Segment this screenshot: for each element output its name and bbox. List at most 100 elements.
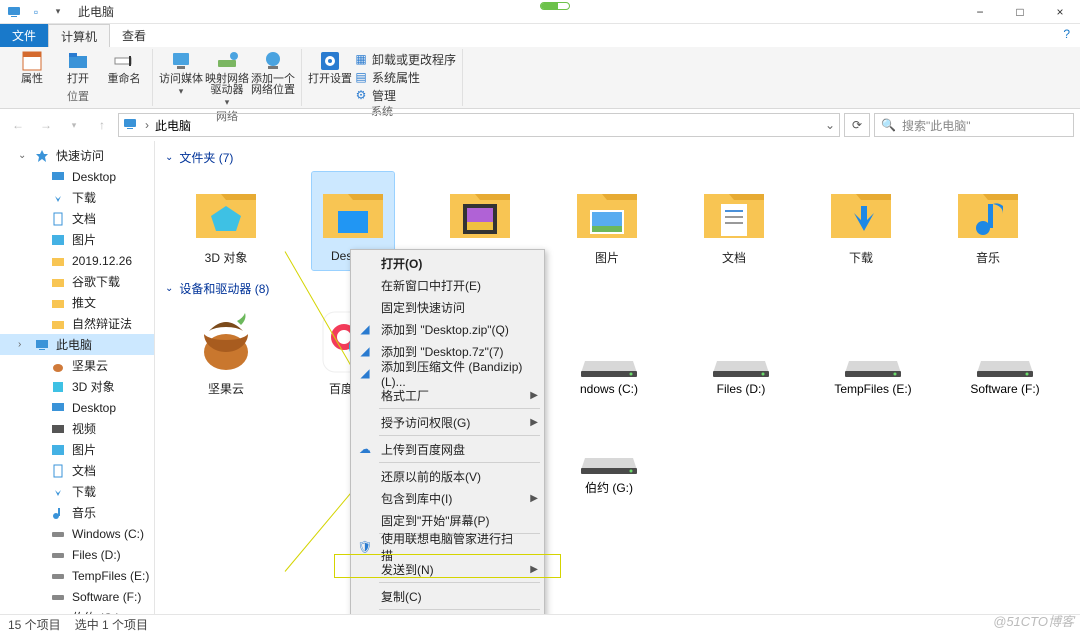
submenu-arrow-icon: ▶ (530, 564, 538, 575)
context-menu-label: 固定到"开始"屏幕(P) (381, 512, 490, 529)
desktop-icon (50, 169, 66, 185)
sidebar-item[interactable]: 音乐 (0, 502, 154, 523)
folder-item[interactable]: 3D 对象 (185, 172, 267, 270)
drive-item[interactable]: Files (D:) (697, 343, 785, 396)
ribbon-open[interactable]: 打开 (56, 49, 100, 85)
context-menu-item[interactable]: ◢添加到压缩文件 (Bandizip)(L)... (351, 362, 544, 384)
sidebar-item[interactable]: Desktop (0, 397, 154, 418)
search-input[interactable]: 🔍 搜索"此电脑" (874, 113, 1074, 137)
minimize-button[interactable]: − (960, 0, 1000, 24)
folder-icon (191, 176, 261, 246)
sidebar-item[interactable]: 图片 (0, 439, 154, 460)
drive-item[interactable]: 伯约 (G:) (565, 440, 653, 496)
sidebar-item[interactable]: 伯约 (G:) (0, 607, 154, 614)
ribbon-add-location[interactable]: 添加一个网络位置 (251, 49, 295, 96)
folder-item[interactable]: 图片 (566, 172, 648, 270)
sidebar-item[interactable]: 下载 (0, 481, 154, 502)
refresh-button[interactable]: ⟳ (844, 113, 870, 137)
context-menu-item[interactable]: 发送到(N)▶ (351, 558, 544, 580)
search-icon: 🔍 (881, 118, 896, 132)
context-menu-item[interactable]: 在新窗口中打开(E) (351, 274, 544, 296)
sidebar-item[interactable]: Software (F:) (0, 586, 154, 607)
ribbon-manage[interactable]: ⚙管理 (354, 87, 456, 103)
sidebar-item[interactable]: TempFiles (E:) (0, 565, 154, 586)
context-menu-label: 包含到库中(I) (381, 490, 452, 507)
drive-item[interactable]: TempFiles (E:) (829, 343, 917, 396)
context-menu-item[interactable]: 固定到"开始"屏幕(P) (351, 509, 544, 531)
breadcrumb-current[interactable]: 此电脑 (155, 117, 191, 134)
sidebar-item[interactable]: 视频 (0, 418, 154, 439)
help-icon[interactable]: ? (1053, 24, 1080, 47)
nav-recent[interactable]: ▾ (62, 113, 86, 137)
titlebar: ▫ ▾ 此电脑 − □ × (0, 0, 1080, 24)
sidebar-item[interactable]: Desktop (0, 166, 154, 187)
ribbon-uninstall[interactable]: ▦卸载或更改程序 (354, 51, 456, 67)
ribbon-rename[interactable]: 重命名 (102, 49, 146, 85)
nav-up[interactable]: ↑ (90, 113, 114, 137)
sidebar-item[interactable]: 谷歌下载 (0, 271, 154, 292)
sidebar-item-label: 音乐 (72, 504, 96, 521)
breadcrumb-chevron[interactable]: › (145, 118, 149, 132)
folder-item[interactable]: 音乐 (947, 172, 1029, 270)
sidebar-item[interactable]: 图片 (0, 229, 154, 250)
group-folders-header[interactable]: ⌄ 文件夹 (7) (165, 149, 1070, 166)
sidebar-item[interactable]: 3D 对象 (0, 376, 154, 397)
sidebar-item[interactable]: 文档 (0, 460, 154, 481)
context-menu-item[interactable]: 固定到快速访问 (351, 296, 544, 318)
sidebar-item[interactable]: 坚果云 (0, 355, 154, 376)
qat-item[interactable]: ▫ (26, 2, 46, 22)
address-bar[interactable]: › 此电脑 ⌄ (118, 113, 840, 137)
sidebar-item[interactable]: Windows (C:) (0, 523, 154, 544)
nut-icon (191, 307, 261, 377)
sidebar-item[interactable]: 下载 (0, 187, 154, 208)
context-menu-label: 还原以前的版本(V) (381, 468, 481, 485)
nav-back[interactable]: ← (6, 113, 30, 137)
sidebar-item[interactable]: Files (D:) (0, 544, 154, 565)
drive-icon (50, 589, 66, 605)
sidebar-item[interactable]: 文档 (0, 208, 154, 229)
context-menu-item[interactable]: 还原以前的版本(V) (351, 465, 544, 487)
drive-item[interactable]: ndows (C:) (565, 343, 653, 396)
folder-item[interactable]: 下载 (820, 172, 902, 270)
context-menu-item[interactable]: 格式工厂▶ (351, 384, 544, 406)
ribbon-access-media[interactable]: 访问媒体▾ (159, 49, 203, 97)
ribbon-sysprops[interactable]: ▤系统属性 (354, 69, 456, 85)
sidebar[interactable]: ⌄快速访问Desktop下载文档图片2019.12.26谷歌下载推文自然辩证法›… (0, 141, 155, 614)
address-dropdown[interactable]: ⌄ (825, 118, 835, 132)
folder-item[interactable]: 文档 (693, 172, 775, 270)
context-menu-item[interactable]: ☁上传到百度网盘 (351, 438, 544, 460)
folder-label: 文档 (722, 249, 746, 266)
app-item[interactable]: 坚果云 (185, 303, 267, 401)
sidebar-item[interactable]: 2019.12.26 (0, 250, 154, 271)
drive-label: Files (D:) (717, 382, 766, 396)
sidebar-item[interactable]: 推文 (0, 292, 154, 313)
content-pane[interactable]: ⌄ 文件夹 (7) 3D 对象Desktop视频图片文档下载音乐 ⌄ 设备和驱动… (155, 141, 1080, 614)
tab-computer[interactable]: 计算机 (48, 24, 110, 47)
doc-icon (50, 211, 66, 227)
context-menu-item[interactable]: 创建快捷方式(S) (351, 612, 544, 614)
sidebar-item[interactable]: ⌄快速访问 (0, 145, 154, 166)
drive-item[interactable]: Software (F:) (961, 343, 1049, 396)
context-menu-item[interactable]: ◢添加到 "Desktop.zip"(Q) (351, 318, 544, 340)
nav-forward[interactable]: → (34, 113, 58, 137)
sidebar-item-label: 自然辩证法 (72, 315, 132, 332)
ribbon-map-drive[interactable]: 映射网络驱动器▾ (205, 49, 249, 108)
folder-label: 图片 (595, 249, 619, 266)
maximize-button[interactable]: □ (1000, 0, 1040, 24)
context-menu-item[interactable]: 打开(O) (351, 252, 544, 274)
context-menu-item[interactable]: 复制(C) (351, 585, 544, 607)
context-menu-item[interactable]: 🛡使用联想电脑管家进行扫描 (351, 536, 544, 558)
pic-icon (50, 232, 66, 248)
context-menu-item[interactable]: 授予访问权限(G)▶ (351, 411, 544, 433)
sidebar-item[interactable]: 自然辩证法 (0, 313, 154, 334)
ribbon-properties[interactable]: 属性 (10, 49, 54, 85)
sidebar-item[interactable]: ›此电脑 (0, 334, 154, 355)
chevron-down-icon: ⌄ (165, 283, 173, 294)
context-menu-item[interactable]: 包含到库中(I)▶ (351, 487, 544, 509)
group-devices-header[interactable]: ⌄ 设备和驱动器 (8) (165, 280, 1070, 297)
tab-view[interactable]: 查看 (110, 24, 158, 47)
qat-dropdown[interactable]: ▾ (48, 2, 68, 22)
ribbon-open-settings[interactable]: 打开设置 (308, 49, 352, 85)
close-button[interactable]: × (1040, 0, 1080, 24)
tab-file[interactable]: 文件 (0, 24, 48, 47)
